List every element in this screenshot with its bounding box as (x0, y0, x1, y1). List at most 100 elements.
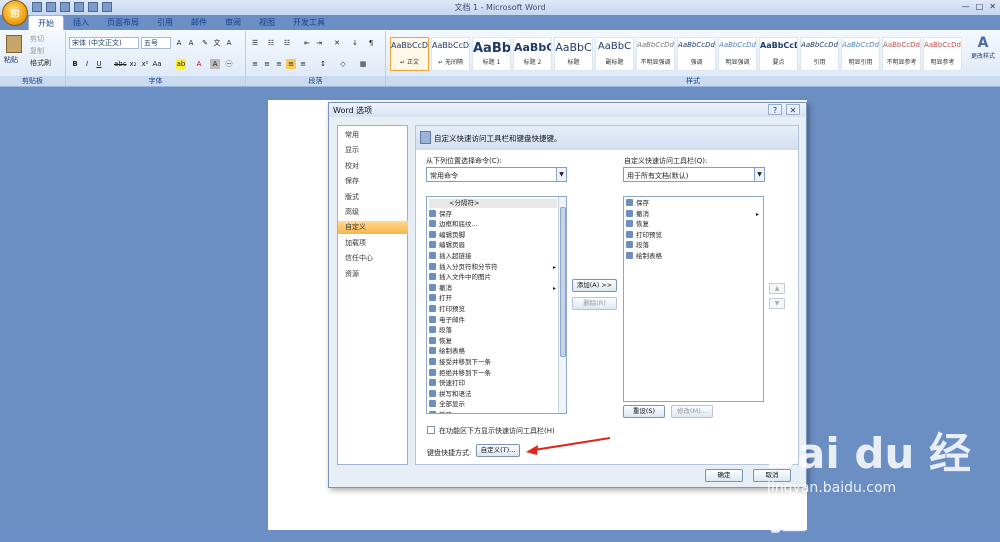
qat-item[interactable]: 绘制表格 (626, 252, 662, 261)
tab-page-layout[interactable]: 页面布局 (98, 15, 148, 30)
command-item[interactable]: 拼写和语法 (429, 389, 472, 399)
grow-font-icon[interactable]: A (174, 38, 184, 48)
nav-item[interactable]: 高级 (338, 206, 408, 219)
tab-insert[interactable]: 插入 (64, 15, 98, 30)
increase-indent-icon[interactable]: ⇥ (314, 38, 324, 48)
nav-item[interactable]: 常用 (338, 129, 408, 142)
bold-icon[interactable]: B (70, 59, 80, 69)
modify-button[interactable]: 修改(M)... (671, 405, 713, 418)
reset-button[interactable]: 重设(S) (623, 405, 665, 418)
style-tile[interactable]: AaBbCcDd 引用 (800, 37, 839, 71)
save-icon[interactable] (32, 2, 42, 12)
shrink-font-icon[interactable]: A (186, 38, 196, 48)
highlight-icon[interactable]: ab (176, 59, 186, 69)
char-shading-icon[interactable]: A (210, 59, 220, 69)
command-item[interactable]: 快速打印 (429, 379, 465, 388)
draw-table-icon[interactable] (102, 2, 112, 12)
command-item[interactable]: 接受并移到下一条 (429, 358, 491, 367)
font-name-combo[interactable]: 宋体 (中文正文) (69, 37, 139, 49)
paragraph-icon[interactable] (88, 2, 98, 12)
borders-icon[interactable]: ▦ (358, 59, 368, 69)
style-tile[interactable]: AaBbC 副标题 (595, 37, 634, 71)
command-item[interactable]: 边框和底纹... (429, 220, 478, 229)
customize-qat-dropdown[interactable]: 用于所有文档(默认) ▼ (623, 167, 765, 182)
choose-from-dropdown[interactable]: 常用命令 ▼ (426, 167, 567, 182)
style-tile[interactable]: AaBbCcDd 强调 (677, 37, 716, 71)
tab-home[interactable]: 开始 (28, 15, 64, 30)
qat-item[interactable]: 保存 (626, 199, 649, 208)
qat-item[interactable]: 撤消 ▸ (626, 209, 762, 219)
style-tile[interactable]: AaBbC 标题 2 (513, 37, 552, 71)
commands-scrollbar[interactable] (558, 197, 566, 413)
nav-item[interactable]: 保存 (338, 175, 408, 188)
command-item[interactable]: 恢复 (429, 336, 452, 346)
tab-view[interactable]: 视图 (250, 15, 284, 30)
qat-item[interactable]: 恢复 (626, 220, 649, 229)
align-center-icon[interactable]: ≡ (262, 59, 272, 69)
command-item[interactable]: 拒绝并移到下一条 (429, 368, 491, 378)
command-item[interactable]: 打开 (429, 294, 452, 303)
style-tile[interactable]: AaBbCcDd ↵ 正文 (390, 37, 429, 71)
command-item[interactable]: 编辑页眉 (429, 241, 465, 250)
align-left-icon[interactable]: ≡ (250, 59, 260, 69)
tab-developer[interactable]: 开发工具 (284, 15, 334, 30)
nav-item[interactable]: 显示 (338, 144, 408, 157)
paste-label[interactable]: 粘贴 (4, 55, 18, 65)
style-tile[interactable]: AaBbCcDd 不明显强调 (636, 37, 675, 71)
font-color-icon[interactable]: A (194, 59, 204, 69)
numbering-icon[interactable]: ☷ (266, 38, 276, 48)
superscript-icon[interactable]: x² (140, 59, 150, 69)
minimize-icon[interactable]: — (962, 2, 970, 11)
enclose-char-icon[interactable]: ㊀ (224, 59, 234, 69)
style-tile[interactable]: AaBb 标题 1 (472, 37, 511, 71)
style-tile[interactable]: AaBbCcDd 明显强调 (718, 37, 757, 71)
change-case-icon[interactable]: Aa (152, 59, 162, 69)
qat-item[interactable]: 段落 (626, 241, 649, 250)
undo-icon[interactable] (46, 2, 56, 12)
command-item[interactable]: 保存 (429, 209, 452, 219)
scroll-thumb[interactable] (560, 207, 566, 357)
dialog-close-icon[interactable]: ✕ (786, 104, 800, 115)
separator-item[interactable]: <分隔符> (429, 199, 557, 208)
copy-button[interactable]: 复制 (30, 46, 44, 56)
ok-button[interactable]: 确定 (705, 469, 743, 482)
style-tile[interactable]: AaBbCcDd 要点 (759, 37, 798, 71)
tab-references[interactable]: 引用 (148, 15, 182, 30)
clear-format-icon[interactable]: ✎ (200, 38, 210, 48)
show-below-ribbon-checkbox[interactable] (427, 426, 435, 434)
command-item[interactable]: 插入分页符和分节符 ▸ (429, 262, 559, 272)
command-item[interactable]: 编辑页脚 (429, 230, 465, 240)
qat-items-list[interactable]: 保存 撤消 ▸ 恢复 打印预览 段落 绘制表格 (623, 196, 764, 402)
style-tile[interactable]: AaBbCcDd 不明显参考 (882, 37, 921, 71)
office-button[interactable]: ⊞ (2, 0, 28, 26)
line-spacing-icon[interactable]: ↕ (318, 59, 328, 69)
font-size-combo[interactable]: 五号 (141, 37, 171, 49)
change-styles-button[interactable]: A 更改样式 (968, 35, 998, 60)
add-button[interactable]: 添加(A) >> (572, 279, 617, 292)
maximize-icon[interactable]: □ (976, 2, 984, 11)
commands-list[interactable]: <分隔符> 保存 边框和底纹... 编辑页脚 编辑页眉 插入超链接 插入分页符和分节符 ▸ 插入… (426, 196, 567, 414)
redo-icon[interactable] (60, 2, 70, 12)
nav-item[interactable]: 信任中心 (338, 252, 408, 265)
format-painter-button[interactable]: 格式刷 (30, 58, 51, 68)
bullets-icon[interactable]: ☰ (250, 38, 260, 48)
command-item[interactable]: 打印预览 (429, 305, 465, 314)
style-tile[interactable]: AaBbCcDd ↵ 无间隔 (431, 37, 470, 71)
distributed-icon[interactable]: ≡ (298, 59, 308, 69)
subscript-icon[interactable]: x₂ (128, 59, 138, 69)
command-item[interactable]: 新建 (429, 411, 452, 413)
remove-button[interactable]: 删除(R) (572, 297, 617, 310)
nav-item[interactable]: 校对 (338, 160, 408, 173)
nav-item[interactable]: 资源 (338, 268, 408, 281)
underline-icon[interactable]: U (94, 59, 104, 69)
sort-icon[interactable]: ↓ (350, 38, 360, 48)
style-tile[interactable]: AaBbCcDd 明显参考 (923, 37, 962, 71)
command-item[interactable]: 绘制表格 (429, 347, 465, 356)
move-up-icon[interactable]: ▲ (769, 283, 785, 294)
command-item[interactable]: 撤消 ▸ (429, 283, 559, 293)
tab-review[interactable]: 审阅 (216, 15, 250, 30)
command-item[interactable]: 电子邮件 (429, 315, 465, 325)
print-preview-icon[interactable] (74, 2, 84, 12)
paste-icon[interactable] (6, 35, 22, 53)
strikethrough-icon[interactable]: abc (114, 59, 127, 69)
